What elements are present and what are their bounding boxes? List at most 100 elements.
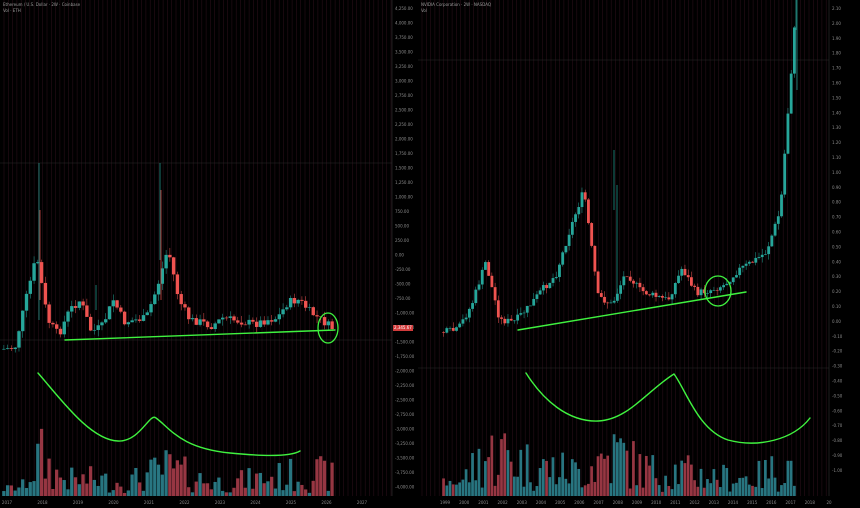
candle-body — [445, 328, 449, 333]
volume-bar — [580, 487, 584, 496]
candle-body — [292, 297, 297, 304]
candle-body — [670, 294, 674, 300]
candle-body — [548, 282, 552, 289]
volume-bar — [66, 489, 70, 496]
candle-body — [217, 319, 221, 324]
volume-bar — [115, 482, 119, 496]
volume-bar — [487, 457, 490, 496]
volume-bar — [164, 450, 168, 496]
left-volume-label: Vol · ETH — [3, 8, 21, 13]
candle-body — [100, 322, 104, 326]
volume-bar — [538, 468, 542, 496]
price-axis-tick: 1,000.00 — [395, 195, 413, 200]
time-axis-tick: 2017 — [786, 500, 797, 505]
candle-body — [205, 321, 210, 328]
volume-bar — [522, 486, 526, 496]
volume-bar — [141, 490, 146, 496]
left-chart-canvas[interactable]: 4,250.00 4,000.00 3,750.00 3,500.00 3,250.00… — [0, 0, 418, 508]
price-axis-tick: 2.00 — [832, 21, 841, 26]
volume-bar — [190, 492, 195, 496]
volume-bar — [751, 485, 754, 496]
left-chart-pane[interactable]: 4,250.00 4,000.00 3,750.00 3,500.00 3,250.00… — [0, 0, 418, 508]
volume-bar — [792, 485, 796, 496]
volume-bar — [247, 468, 251, 496]
volume-bar — [693, 480, 696, 496]
price-axis-tick: 500.00 — [395, 224, 409, 229]
price-axis-tick: 1.30 — [832, 125, 841, 130]
volume-bar — [307, 492, 312, 496]
candle-body — [780, 194, 783, 217]
candle-body — [130, 320, 134, 323]
price-axis-tick: -0.80 — [832, 438, 843, 443]
volume-bar — [270, 476, 274, 496]
volume-bar — [171, 468, 176, 496]
volume-bar — [251, 488, 255, 496]
candle-body — [792, 27, 796, 74]
candle-body — [776, 216, 780, 224]
right-chart-pane[interactable]: 2.10 2.00 1.90 1.80 1.70 1.60 1.50 1.40 1.30 1.20… — [418, 0, 860, 508]
volume-bar — [612, 434, 616, 496]
price-axis-tick: -2,250.00 — [395, 383, 415, 388]
candle-body — [606, 302, 610, 304]
right-symbol-title[interactable]: NVIDIA Corporation · 2W · NASDAQ — [421, 2, 491, 8]
candle-body — [574, 214, 577, 222]
volume-bar — [706, 479, 709, 496]
candle-body — [715, 290, 719, 291]
volume-bar — [638, 454, 642, 496]
candle-body — [722, 285, 725, 288]
candle-body — [138, 319, 142, 321]
time-axis-tick: 20 — [826, 500, 832, 505]
volume-bar — [73, 477, 78, 496]
price-axis-tick: 0.00 — [395, 253, 404, 258]
volume-bar — [545, 460, 548, 496]
time-axis-tick: 2027 — [357, 500, 368, 505]
candle-body — [51, 322, 55, 325]
candle-body — [21, 310, 25, 332]
volume-bar — [702, 487, 706, 496]
volume-bar — [712, 469, 716, 496]
volume-bar — [686, 455, 690, 496]
candle-body — [680, 268, 684, 276]
volume-bar — [448, 480, 452, 496]
volume-bar — [558, 477, 561, 496]
price-axis-tick: -0.60 — [832, 408, 843, 413]
candle-body — [458, 323, 462, 328]
candle-body — [300, 299, 304, 301]
right-chart-canvas[interactable]: 2.10 2.00 1.90 1.80 1.70 1.60 1.50 1.40 1.30 1.20… — [418, 0, 860, 508]
price-axis-tick: 1.50 — [832, 95, 841, 100]
volume-bar — [574, 462, 577, 496]
volume-bar — [696, 486, 700, 496]
candle-body — [58, 328, 63, 335]
candle-body — [693, 285, 697, 287]
volume-bar — [221, 490, 225, 496]
volume-bar — [111, 490, 115, 496]
candle-body — [673, 282, 677, 295]
volume-bar — [496, 474, 500, 496]
candle-body — [599, 293, 603, 297]
trend-annotation — [64, 329, 336, 341]
candle-body — [122, 311, 127, 325]
candle-body — [448, 327, 452, 329]
volume-bar — [198, 473, 202, 496]
candle-body — [175, 274, 180, 295]
candle-body — [115, 300, 119, 308]
time-axis-tick: 2005 — [555, 500, 566, 505]
time-axis-tick: 2004 — [536, 500, 547, 505]
candle-body — [593, 245, 597, 272]
volume-bar — [615, 442, 619, 496]
candle-body — [725, 283, 729, 286]
time-axis-tick: 2026 — [321, 500, 332, 505]
candle-body — [567, 234, 571, 246]
volume-bar — [232, 487, 236, 496]
price-axis-tick: -250.00 — [395, 267, 411, 272]
candle-body — [706, 293, 709, 294]
volume-bar — [55, 469, 59, 496]
candle-body — [277, 314, 281, 320]
candle-body — [648, 294, 651, 296]
volume-bar — [134, 467, 138, 496]
time-axis-tick: 2019 — [73, 500, 84, 505]
candle-body — [455, 327, 458, 331]
volume-bar — [100, 475, 104, 496]
volume-bar — [632, 441, 635, 496]
volume-bar — [88, 466, 93, 496]
